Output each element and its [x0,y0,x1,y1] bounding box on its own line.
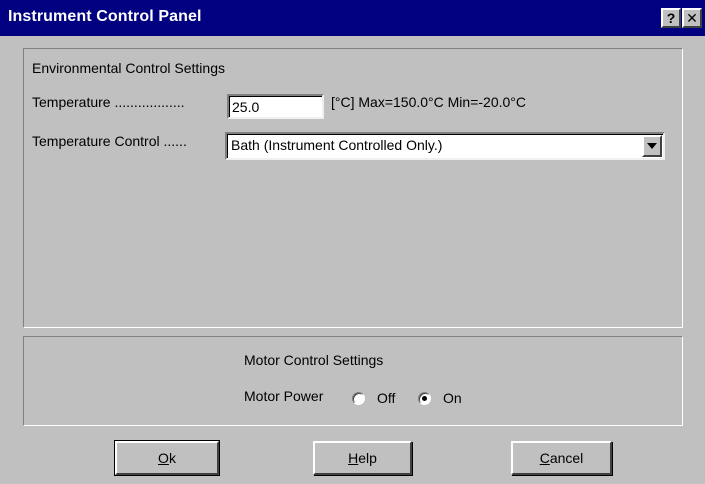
temperature-control-value: Bath (Instrument Controlled Only.) [231,137,443,153]
motor-panel [23,336,683,426]
help-label: elp [358,450,377,466]
motor-heading: Motor Control Settings [244,352,384,368]
title-bar[interactable]: Instrument Control Panel ? ✕ [0,0,705,36]
temperature-label: Temperature .................. [32,94,185,110]
help-title-button[interactable]: ? [661,8,681,28]
dropdown-arrow-icon[interactable] [642,135,662,157]
environment-heading: Environmental Control Settings [32,60,225,76]
temperature-input[interactable] [227,94,324,119]
radio-selected-dot [422,396,427,401]
temperature-control-select[interactable]: Bath (Instrument Controlled Only.) [225,132,665,160]
ok-mnemonic: O [158,450,169,466]
help-button[interactable]: Help [313,441,412,475]
environment-panel [23,48,683,328]
window-title: Instrument Control Panel [8,8,202,25]
question-mark-icon: ? [666,10,676,26]
instrument-control-dialog: Instrument Control Panel ? ✕ Environment… [0,0,705,484]
motor-off-radio[interactable] [352,392,365,405]
cancel-button[interactable]: Cancel [511,441,612,475]
motor-on-label[interactable]: On [443,390,462,406]
motor-power-label: Motor Power [244,388,324,404]
close-icon: ✕ [686,10,698,26]
help-mnemonic: H [348,450,359,466]
temperature-range-text: [°C] Max=150.0°C Min=-20.0°C [331,94,526,110]
cancel-label: ancel [549,450,584,466]
ok-label: k [168,450,176,466]
close-button[interactable]: ✕ [682,8,702,28]
motor-off-label[interactable]: Off [377,390,395,406]
temperature-control-label: Temperature Control ...... [32,133,187,149]
ok-button[interactable]: Ok [114,440,220,476]
motor-on-radio[interactable] [418,392,431,405]
cancel-mnemonic: C [539,450,550,466]
